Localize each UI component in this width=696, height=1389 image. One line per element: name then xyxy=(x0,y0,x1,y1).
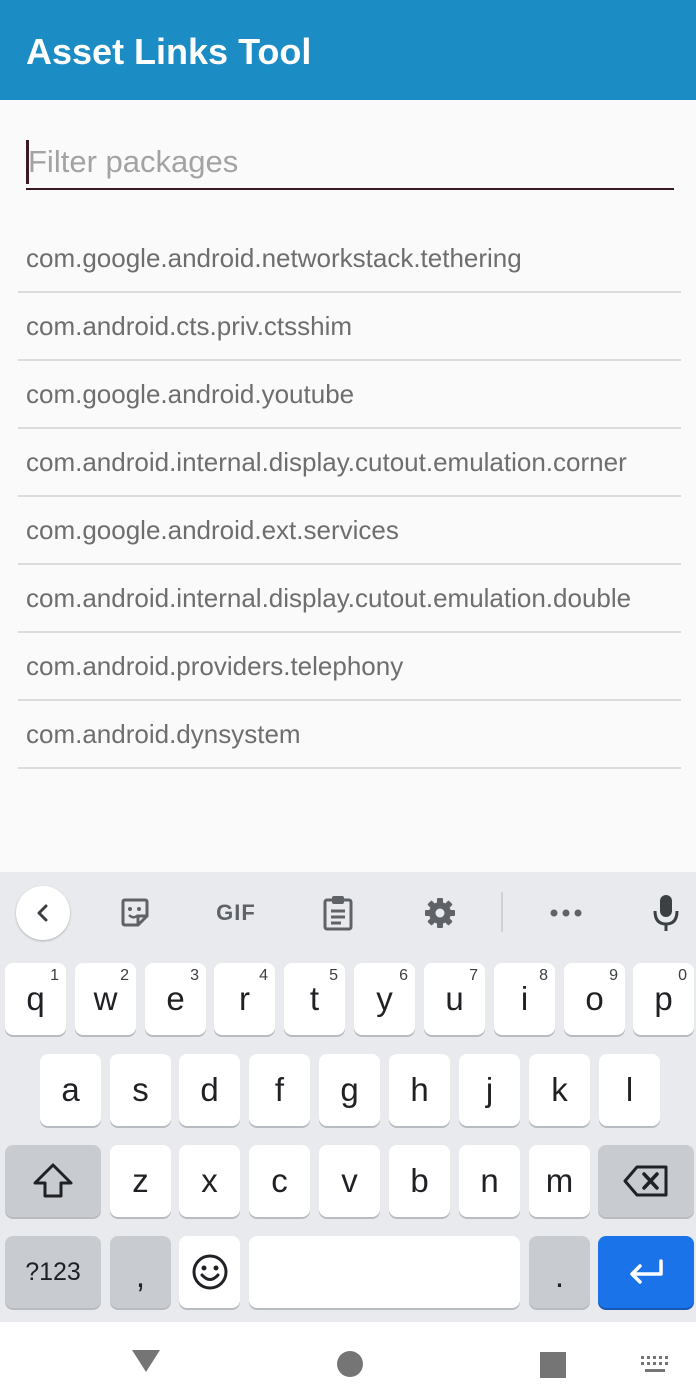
enter-icon xyxy=(630,1259,663,1284)
app-bar: Asset Links Tool xyxy=(0,0,696,100)
key-hint: 1 xyxy=(50,967,59,984)
key-a[interactable]: a xyxy=(40,1054,101,1126)
key-d[interactable]: d xyxy=(179,1054,240,1126)
keyboard-switch-icon[interactable] xyxy=(640,1355,670,1380)
comma-label: , xyxy=(135,1257,146,1294)
shift-icon xyxy=(33,1163,73,1198)
gif-button[interactable]: GIF xyxy=(206,894,266,932)
key-w[interactable]: w2 xyxy=(75,963,136,1035)
key-label: u xyxy=(445,980,464,1017)
key-hint: 0 xyxy=(678,967,687,984)
key-hint: 3 xyxy=(190,967,199,984)
clipboard-icon[interactable] xyxy=(317,890,359,936)
key-j[interactable]: j xyxy=(459,1054,520,1126)
key-label: r xyxy=(239,980,250,1017)
microphone-icon[interactable] xyxy=(646,890,686,936)
key-x[interactable]: x xyxy=(179,1145,240,1217)
key-u[interactable]: u7 xyxy=(424,963,485,1035)
more-icon[interactable] xyxy=(545,894,587,932)
key-hint: 7 xyxy=(469,967,478,984)
key-v[interactable]: v xyxy=(319,1145,380,1217)
comma-key[interactable]: , xyxy=(110,1236,171,1308)
key-hint: 4 xyxy=(259,967,268,984)
key-hint: 2 xyxy=(120,967,129,984)
list-item[interactable]: com.android.cts.priv.ctsshim xyxy=(18,293,681,361)
key-hint: 5 xyxy=(329,967,338,984)
key-hint: 6 xyxy=(399,967,408,984)
recents-square-icon[interactable] xyxy=(539,1351,567,1384)
back-chevron-icon[interactable] xyxy=(16,886,70,940)
key-label: q xyxy=(26,980,45,1017)
key-hint: 9 xyxy=(609,967,618,984)
list-item[interactable]: com.android.internal.display.cutout.emul… xyxy=(18,565,681,633)
list-item[interactable]: com.google.android.youtube xyxy=(18,361,681,429)
enter-key[interactable] xyxy=(598,1236,694,1308)
key-h[interactable]: h xyxy=(389,1054,450,1126)
list-item[interactable]: com.android.internal.display.cutout.emul… xyxy=(18,429,681,497)
screen: Asset Links Tool com.google.android.netw… xyxy=(0,0,696,1389)
keyboard-toolbar: GIF xyxy=(0,872,696,952)
toolbar-divider xyxy=(501,892,503,932)
period-key[interactable]: . xyxy=(529,1236,590,1308)
key-label: p xyxy=(654,980,673,1017)
home-circle-icon[interactable] xyxy=(336,1350,364,1383)
key-label: t xyxy=(309,980,320,1017)
emoji-key[interactable] xyxy=(179,1236,240,1308)
key-b[interactable]: b xyxy=(389,1145,450,1217)
key-l[interactable]: l xyxy=(599,1054,660,1126)
list-item[interactable]: com.android.dynsystem xyxy=(18,701,681,769)
key-g[interactable]: g xyxy=(319,1054,380,1126)
text-cursor xyxy=(26,140,29,184)
key-i[interactable]: i8 xyxy=(494,963,555,1035)
key-label: y xyxy=(376,980,393,1017)
package-list: com.google.android.networkstack.tetherin… xyxy=(18,225,681,769)
key-k[interactable]: k xyxy=(529,1054,590,1126)
key-z[interactable]: z xyxy=(110,1145,171,1217)
key-n[interactable]: n xyxy=(459,1145,520,1217)
space-key[interactable] xyxy=(249,1236,520,1308)
system-nav-bar xyxy=(0,1322,696,1389)
app-title: Asset Links Tool xyxy=(26,31,312,72)
symbols-key[interactable]: ?123 xyxy=(5,1236,101,1308)
key-label: w xyxy=(93,980,118,1017)
key-label: e xyxy=(166,980,185,1017)
key-f[interactable]: f xyxy=(249,1054,310,1126)
key-label: i xyxy=(520,980,529,1017)
list-item[interactable]: com.google.android.networkstack.tetherin… xyxy=(18,225,681,293)
filter-input[interactable] xyxy=(26,138,674,186)
period-label: . xyxy=(554,1257,565,1294)
key-label: o xyxy=(585,980,604,1017)
key-m[interactable]: m xyxy=(529,1145,590,1217)
emoji-icon xyxy=(192,1254,227,1290)
key-o[interactable]: o9 xyxy=(564,963,625,1035)
shift-key[interactable] xyxy=(5,1145,101,1217)
list-item[interactable]: com.android.providers.telephony xyxy=(18,633,681,701)
key-y[interactable]: y6 xyxy=(354,963,415,1035)
backspace-key[interactable] xyxy=(598,1145,694,1217)
list-item[interactable]: com.google.android.ext.services xyxy=(18,497,681,565)
sticker-icon[interactable] xyxy=(114,892,156,934)
gear-icon[interactable] xyxy=(419,892,461,934)
key-p[interactable]: p0 xyxy=(633,963,694,1035)
key-t[interactable]: t5 xyxy=(284,963,345,1035)
key-c[interactable]: c xyxy=(249,1145,310,1217)
key-r[interactable]: r4 xyxy=(214,963,275,1035)
key-s[interactable]: s xyxy=(110,1054,171,1126)
key-e[interactable]: e3 xyxy=(145,963,206,1035)
key-q[interactable]: q1 xyxy=(5,963,66,1035)
backspace-icon xyxy=(623,1165,668,1197)
soft-keyboard: GIF q1 w2 e3 r4 t5 y6 u7 i8 o9 p0 a s d … xyxy=(0,872,696,1322)
key-hint: 8 xyxy=(539,967,548,984)
filter-field[interactable] xyxy=(26,138,674,190)
back-triangle-icon[interactable] xyxy=(130,1348,162,1379)
